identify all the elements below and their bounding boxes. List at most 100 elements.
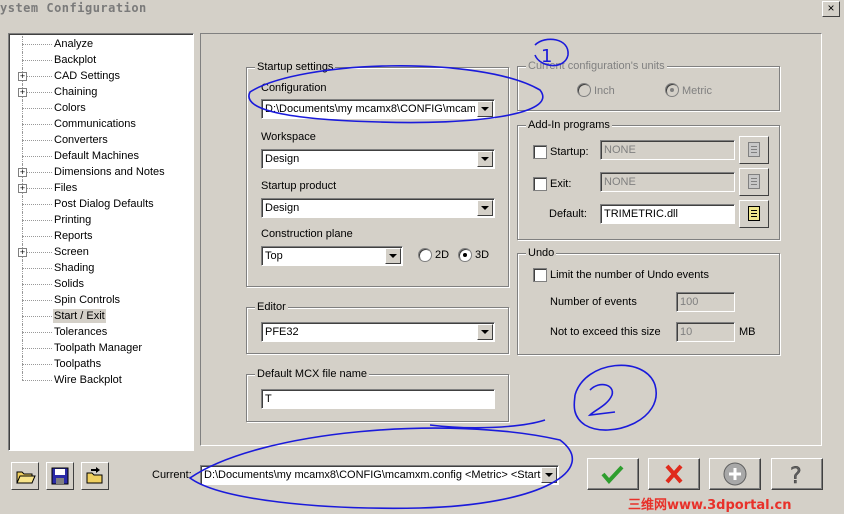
tree-item[interactable]: Default Machines [9,148,191,164]
editor-dropdown[interactable]: PFE32 [261,322,495,342]
tree-item-label: Start / Exit [53,309,106,323]
tree-item-label: Printing [54,214,92,226]
exit-addin-label: Exit: [550,178,572,190]
tree-item[interactable]: Spin Controls [9,292,191,308]
tree-item[interactable]: Toolpaths [9,356,191,372]
close-icon: × [827,1,835,15]
units-title: Current configuration's units [526,59,667,73]
tree-item[interactable]: Colors [9,100,191,116]
tree-item[interactable]: Converters [9,132,191,148]
exit-addin-input[interactable]: NONE [600,172,735,192]
construction-plane-value: Top [265,250,283,262]
exit-addin-checkbox[interactable] [533,177,547,191]
tree-connector [22,348,52,349]
limit-undo-label: Limit the number of Undo events [550,269,709,281]
close-button[interactable]: × [822,1,840,17]
default-addin-input[interactable]: TRIMETRIC.dll [600,204,735,224]
workspace-dropdown[interactable]: Design [261,149,495,169]
limit-undo-checkbox[interactable] [533,268,547,282]
tree-item[interactable]: Start / Exit [9,308,191,324]
startup-addin-browse-button[interactable] [739,136,769,164]
construction-plane-dropdown[interactable]: Top [261,246,403,266]
chevron-down-icon[interactable] [477,151,493,167]
tree-item[interactable]: Analyze [9,36,191,52]
tree-item-label: Colors [54,102,86,114]
help-question-icon: ? [790,464,802,490]
cancel-button[interactable] [648,458,700,490]
tree-item[interactable]: Reports [9,228,191,244]
mcx-filename-input[interactable]: T [261,389,495,409]
tree-connector [22,220,52,221]
mcx-filename-value: T [265,393,272,405]
ok-button[interactable] [587,458,639,490]
tree-item[interactable]: Solids [9,276,191,292]
default-addin-browse-button[interactable] [739,200,769,228]
title-bar: ystem Configuration × [0,0,844,18]
tree-item-label: Shading [54,262,95,274]
tree-item[interactable]: Post Dialog Defaults [9,196,191,212]
tree-connector [22,124,52,125]
startup-product-label: Startup product [261,180,337,192]
tree-connector [22,380,52,381]
tree-item-label: Spin Controls [54,294,121,306]
tree-item[interactable]: + CAD Settings [9,68,191,84]
startup-product-value: Design [265,202,300,214]
save-disk-icon [51,467,69,485]
startup-product-dropdown[interactable]: Design [261,198,495,218]
help-button[interactable]: ? [771,458,823,490]
undo-size-label: Not to exceed this size [550,326,661,338]
startup-addin-checkbox[interactable] [533,145,547,159]
exit-addin-browse-button[interactable] [739,168,769,196]
startup-addin-input[interactable]: NONE [600,140,735,160]
category-tree[interactable]: Analyze Backplot + CAD Settings + Chaining Col… [8,33,194,451]
tree-item-label: Communications [54,118,136,130]
tree-item[interactable]: Tolerances [9,324,191,340]
chevron-down-icon[interactable] [477,101,493,117]
chevron-down-icon[interactable] [477,200,493,216]
document-icon [748,142,760,157]
chevron-down-icon[interactable] [385,248,401,264]
undo-size-input[interactable]: 10 [676,322,735,342]
undo-events-input[interactable]: 100 [676,292,735,312]
document-icon [748,174,760,189]
current-config-dropdown[interactable]: D:\Documents\my mcamx8\CONFIG\mcamxm.con… [200,465,559,485]
tree-item[interactable]: Backplot [9,52,191,68]
tree-connector [22,156,52,157]
tree-item[interactable]: + Dimensions and Notes [9,164,191,180]
chevron-down-icon[interactable] [477,324,493,340]
expand-plus-icon[interactable]: + [18,184,27,193]
save-config-button[interactable] [46,462,74,490]
expand-plus-icon[interactable]: + [18,168,27,177]
radio-3d-label: 3D [475,249,490,261]
configuration-dropdown[interactable]: D:\Documents\my mcamx8\CONFIG\mcamx [261,99,495,119]
undo-events-value: 100 [680,296,699,308]
chevron-down-icon[interactable] [541,467,557,483]
add-button[interactable] [709,458,761,490]
radio-3d[interactable] [458,248,472,262]
tree-item[interactable]: Toolpath Manager [9,340,191,356]
editor-title: Editor [255,300,288,314]
startup-addin-label: Startup: [550,146,589,158]
tree-item-label: Reports [54,230,93,242]
tree-item[interactable]: Shading [9,260,191,276]
tree-item-label: Post Dialog Defaults [54,198,154,210]
tree-item[interactable]: Communications [9,116,191,132]
tree-item-label: Converters [54,134,108,146]
tree-item[interactable]: Wire Backplot [9,372,191,388]
tree-item[interactable]: + Chaining [9,84,191,100]
radio-2d[interactable] [418,248,432,262]
expand-plus-icon[interactable]: + [18,72,27,81]
tree-item-label: Dimensions and Notes [54,166,165,178]
tree-item[interactable]: + Screen [9,244,191,260]
configuration-value: D:\Documents\my mcamx8\CONFIG\mcamx [265,103,475,115]
tree-item[interactable]: + Files [9,180,191,196]
save-as-config-button[interactable] [81,462,109,490]
tree-connector [22,332,52,333]
open-config-button[interactable] [11,462,39,490]
radio-inch[interactable] [577,83,591,97]
radio-metric[interactable] [665,83,679,97]
tree-item-label: Default Machines [54,150,139,162]
tree-item[interactable]: Printing [9,212,191,228]
expand-plus-icon[interactable]: + [18,88,27,97]
expand-plus-icon[interactable]: + [18,248,27,257]
